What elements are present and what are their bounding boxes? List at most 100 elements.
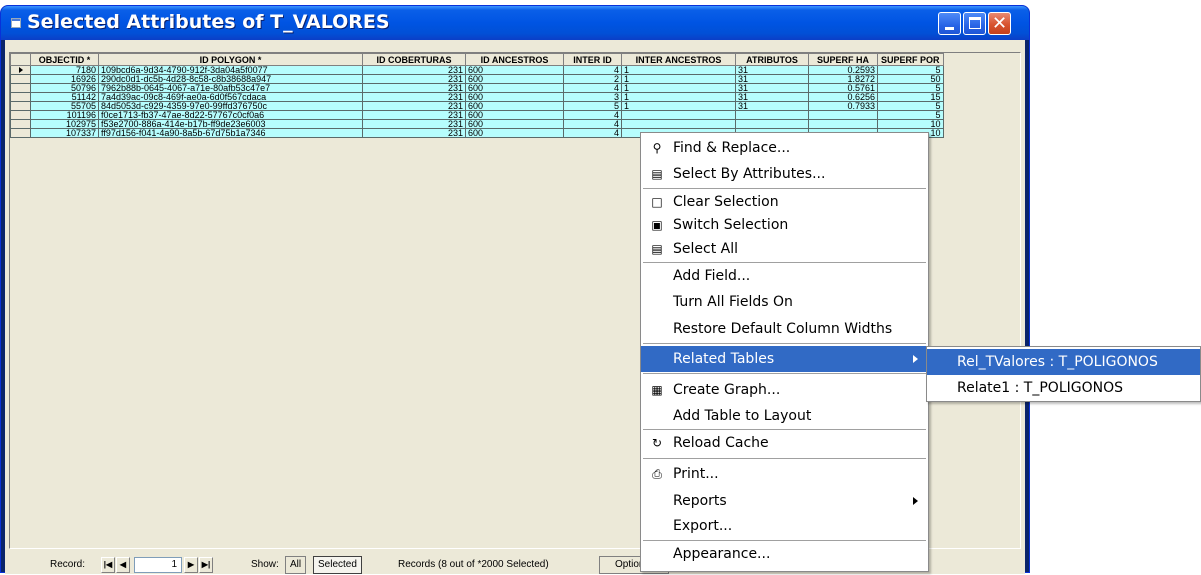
row-selector[interactable] [10,101,31,111]
table-cell[interactable]: 5 [563,101,622,111]
attribute-table: OBJECTID * ID POLYGON * ID COBERTURAS ID… [10,53,944,138]
table-cell[interactable]: 1 [621,74,736,84]
table-cell[interactable]: 3 [563,92,622,102]
row-selector[interactable] [10,92,31,102]
table-cell[interactable]: 107337 [30,128,99,138]
menu-item-label: Related Tables [673,351,775,367]
title-bar[interactable]: Selected Attributes of T_VALORES ✕ [1,6,1029,40]
table-cell[interactable]: 1 [621,92,736,102]
row-selector[interactable] [10,83,31,93]
table-cell[interactable]: ff97d156-f041-4a90-8a5b-67d75b1a7346 [98,128,363,138]
column-header-inter-ancestros[interactable]: INTER ANCESTROS [621,53,736,66]
menu-item-related-tables[interactable]: Related Tables [641,346,928,372]
column-header-id-polygon[interactable]: ID POLYGON * [98,53,363,66]
row-selector[interactable] [10,65,31,75]
submenu-item-rel-tvalores[interactable]: Rel_TValores : T_POLIGONOS [927,349,1200,375]
table-cell[interactable]: 15 [877,92,944,102]
table-cell[interactable]: 600 [465,128,564,138]
column-header-inter-id[interactable]: INTER ID [563,53,622,66]
maximize-button[interactable] [963,12,986,35]
printer-icon: ⎙ [652,467,662,481]
table-cell[interactable]: 4 [563,83,622,93]
menu-item-reload-cache[interactable]: ↻ Reload Cache [641,430,928,456]
menu-item-label: Switch Selection [673,217,789,233]
menu-item-label: Select By Attributes... [673,166,826,182]
table-cell[interactable] [735,119,809,129]
table-cell[interactable]: 31 [735,101,809,111]
menu-item-label: Turn All Fields On [673,294,793,310]
row-selector[interactable] [10,74,31,84]
binoculars-icon: ⚲ [652,141,662,155]
menu-item-reports[interactable]: Reports [641,488,928,514]
table-cell[interactable]: 2 [563,74,622,84]
first-record-button[interactable]: |◀ [101,557,115,573]
table-cell[interactable] [621,119,736,129]
menu-item-restore-default-column-widths[interactable]: Restore Default Column Widths [641,316,928,342]
menu-item-label: Add Field... [673,268,751,284]
menu-item-print[interactable]: ⎙ Print... [641,461,928,487]
table-cell[interactable]: 4 [563,110,622,120]
table-options-context-menu: ⚲ Find & Replace... ▤ Select By Attribut… [640,132,929,572]
submenu-item-relate1[interactable]: Relate1 : T_POLIGONOS [927,375,1200,401]
window-title: Selected Attributes of T_VALORES [27,11,390,33]
menu-item-turn-all-fields-on[interactable]: Turn All Fields On [641,289,928,315]
last-record-button[interactable]: ▶| [199,557,213,573]
show-selected-button[interactable]: Selected [313,556,362,574]
column-header-objectid[interactable]: OBJECTID * [30,53,99,66]
records-count-text: Records (8 out of *2000 Selected) [398,559,549,570]
menu-item-select-all[interactable]: ▤ Select All [641,236,928,262]
table-cell[interactable]: 4 [563,128,622,138]
menu-item-label: Add Table to Layout [673,408,812,424]
menu-item-label: Reload Cache [673,435,769,451]
column-header-superf-ha[interactable]: SUPERF HA [808,53,878,66]
column-header-id-coberturas[interactable]: ID COBERTURAS [362,53,466,66]
minimize-icon [945,27,954,30]
show-label: Show: [251,559,279,570]
table-cell[interactable] [808,110,878,120]
table-cell[interactable] [808,119,878,129]
table-cell[interactable]: 1 [621,65,736,75]
table-cell[interactable] [621,110,736,120]
menu-item-add-table-to-layout[interactable]: Add Table to Layout [641,403,928,429]
next-record-button[interactable]: ▶ [184,557,198,573]
row-selector-header[interactable] [10,53,31,66]
sql-select-icon: ▤ [651,167,663,181]
table-cell[interactable]: 5 [877,101,944,111]
column-header-id-ancestros[interactable]: ID ANCESTROS [465,53,564,66]
menu-item-switch-selection[interactable]: ▣ Switch Selection [641,212,928,238]
table-cell[interactable]: 50 [877,74,944,84]
select-all-icon: ▤ [651,242,663,256]
menu-item-add-field[interactable]: Add Field... [641,263,928,289]
related-tables-submenu: Rel_TValores : T_POLIGONOS Relate1 : T_P… [926,346,1201,402]
show-all-button[interactable]: All [285,556,307,574]
record-number-input[interactable]: 1 [134,557,182,573]
table-cell[interactable]: 1 [621,83,736,93]
maximize-icon [969,17,981,29]
table-cell[interactable] [735,110,809,120]
column-header-superf-por[interactable]: SUPERF POR [877,53,944,66]
menu-item-create-graph[interactable]: ▦ Create Graph... [641,377,928,403]
menu-item-label: Clear Selection [673,194,779,210]
row-selector[interactable] [10,128,31,138]
menu-item-appearance[interactable]: Appearance... [641,541,928,567]
menu-item-label: Create Graph... [673,382,781,398]
switch-selection-icon: ▣ [651,218,663,232]
table-cell[interactable]: 231 [362,128,466,138]
previous-record-button[interactable]: ◀ [116,557,130,573]
graph-icon: ▦ [651,383,663,397]
menu-item-label: Reports [673,493,727,509]
column-header-atributos[interactable]: ATRIBUTOS [735,53,809,66]
menu-item-export[interactable]: Export... [641,513,928,539]
menu-item-select-by-attributes[interactable]: ▤ Select By Attributes... [641,161,928,187]
table-cell[interactable]: 4 [563,119,622,129]
table-cell[interactable]: 0.7933 [808,101,878,111]
table-cell[interactable]: 4 [563,65,622,75]
table-cell[interactable]: 1 [621,101,736,111]
minimize-button[interactable] [938,12,961,35]
close-button[interactable]: ✕ [988,12,1011,35]
row-selector[interactable] [10,110,31,120]
menu-item-label: Restore Default Column Widths [673,321,893,337]
menu-item-find-replace[interactable]: ⚲ Find & Replace... [641,135,928,161]
row-selector[interactable] [10,119,31,129]
submenu-arrow-icon [913,497,918,505]
